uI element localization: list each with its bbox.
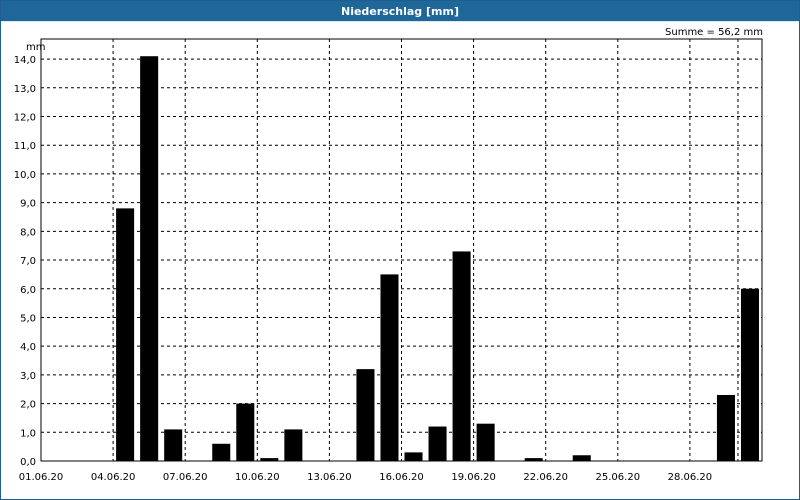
y-tick-label: 9,0 bbox=[20, 199, 36, 210]
bar bbox=[404, 452, 423, 461]
precipitation-chart: 0,0 1,0 2,0 3,0 4,0 5,0 6,0 7,0 8,0 9,0 10,0 11,0 12… bbox=[14, 38, 763, 483]
y-tick-label: 3,0 bbox=[20, 371, 36, 382]
y-tick-label: 13,0 bbox=[14, 84, 36, 95]
x-tick-label: 19.06.20 bbox=[451, 472, 496, 483]
bar bbox=[740, 288, 759, 461]
bar bbox=[212, 443, 231, 461]
bar bbox=[164, 429, 183, 461]
bar bbox=[428, 426, 447, 461]
bar bbox=[452, 251, 471, 461]
y-tick-label: 7,0 bbox=[20, 256, 36, 267]
y-tick-label: 11,0 bbox=[14, 141, 36, 152]
x-tick-label: 07.06.20 bbox=[163, 472, 208, 483]
y-tick-label: 1,0 bbox=[20, 428, 36, 439]
y-tick-label: 12,0 bbox=[14, 113, 36, 124]
x-tick-label: 04.06.20 bbox=[91, 472, 136, 483]
y-tick-label: 0,0 bbox=[20, 457, 36, 468]
x-tick-label: 13.06.20 bbox=[307, 472, 352, 483]
bar bbox=[116, 208, 135, 461]
bar bbox=[716, 394, 735, 461]
y-tick-label: 4,0 bbox=[20, 342, 36, 353]
y-tick-label: 8,0 bbox=[20, 227, 36, 238]
bar bbox=[380, 274, 399, 461]
bar bbox=[572, 455, 591, 461]
bar bbox=[476, 423, 495, 461]
y-tick-label: 2,0 bbox=[20, 400, 36, 411]
x-tick-label: 10.06.20 bbox=[235, 472, 280, 483]
y-tick-label: 5,0 bbox=[20, 313, 36, 324]
y-tick-label: 6,0 bbox=[20, 285, 36, 296]
y-tick-label: 14,0 bbox=[14, 55, 36, 66]
x-tick-label: 01.06.20 bbox=[19, 472, 64, 483]
bar bbox=[236, 403, 255, 461]
bar bbox=[140, 56, 159, 462]
bar bbox=[356, 369, 375, 461]
x-tick-label: 25.06.20 bbox=[596, 472, 641, 483]
x-tick-label: 28.06.20 bbox=[668, 472, 713, 483]
bar bbox=[284, 429, 303, 461]
x-tick-label: 22.06.20 bbox=[523, 472, 568, 483]
y-tick-label: 10,0 bbox=[14, 170, 36, 181]
x-tick-label: 16.06.20 bbox=[379, 472, 424, 483]
